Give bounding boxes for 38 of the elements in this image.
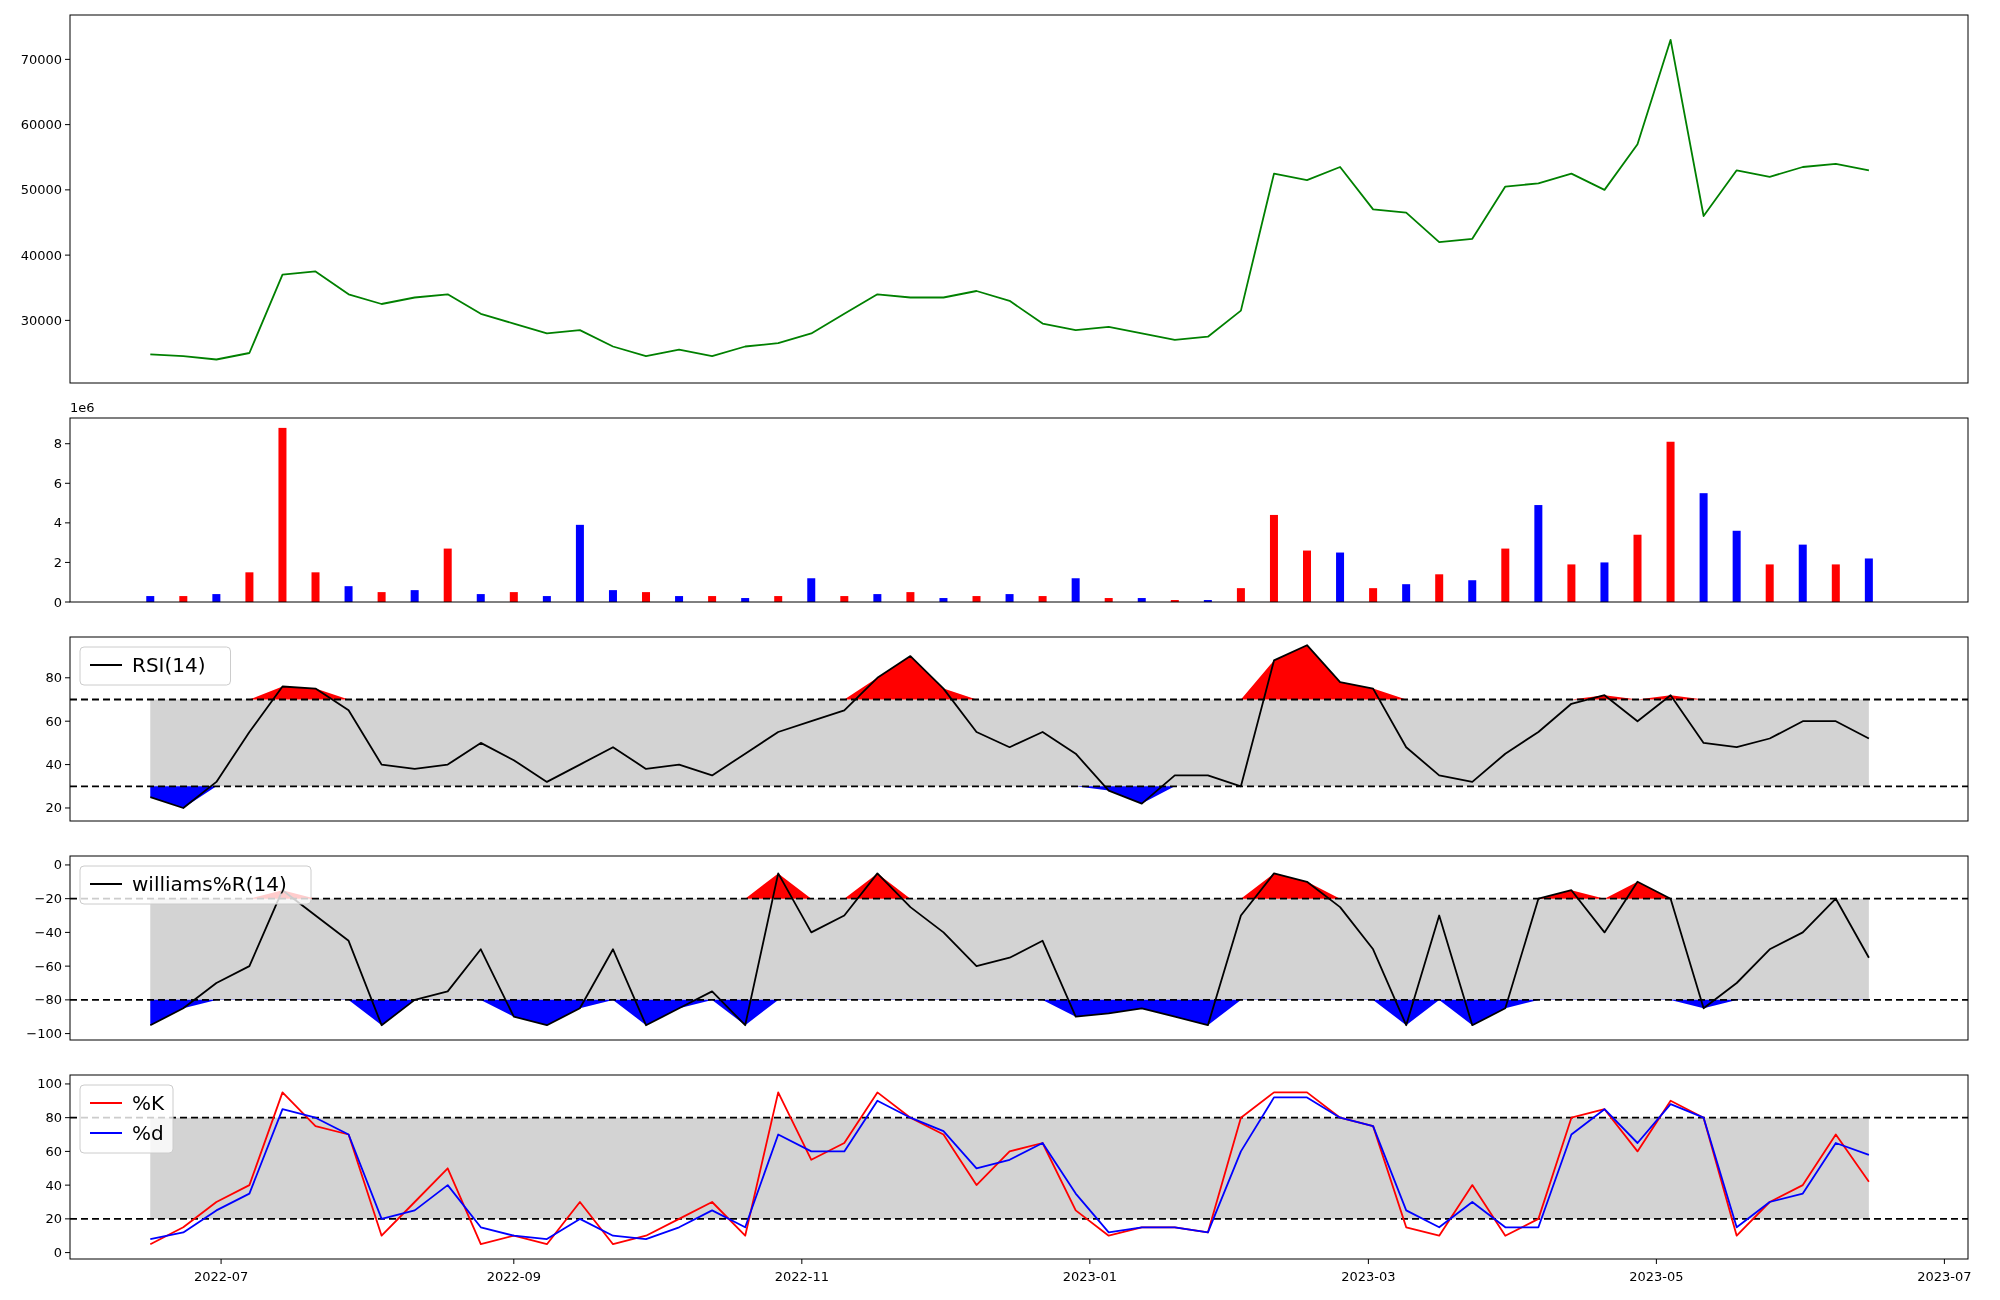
legend-label: williams%R(14): [132, 872, 287, 896]
y-tick-label: 20: [45, 1211, 62, 1227]
x-tick-label: 2023-05: [1629, 1269, 1684, 1284]
x-tick-label: 2023-03: [1341, 1269, 1396, 1284]
x-tick-label: 2022-07: [193, 1269, 249, 1284]
y-tick-label: 70000: [20, 51, 62, 67]
legend-label: %K: [132, 1091, 165, 1115]
y-tick-label: 40000: [20, 247, 62, 263]
y-tick-label: 6: [53, 475, 62, 491]
legend-label: %d: [132, 1121, 164, 1145]
y-tick-label: 60: [45, 1143, 62, 1159]
legend-label: RSI(14): [132, 653, 206, 677]
y-tick-label: 40: [45, 757, 62, 773]
x-tick-label: 2023-07: [1917, 1269, 1972, 1284]
y-tick-label: −80: [34, 992, 62, 1008]
y-tick-label: 100: [37, 1076, 62, 1092]
y-tick-label: 0: [53, 594, 62, 610]
y-tick-label: 30000: [20, 312, 62, 328]
y-tick-label: 2: [53, 554, 62, 570]
x-tick-label: 2023-01: [1062, 1269, 1117, 1284]
y-tick-label: 40: [45, 1177, 62, 1193]
y-tick-label: 20: [45, 800, 62, 816]
y-tick-label: 0: [53, 1245, 62, 1261]
x-tick-label: 2022-11: [774, 1269, 829, 1284]
y-tick-label: 60: [45, 713, 62, 729]
y-tick-label: −40: [34, 924, 62, 940]
axis-offset-label: 1e6: [70, 400, 95, 415]
y-tick-label: −20: [34, 891, 62, 907]
y-tick-label: 0: [53, 857, 62, 873]
y-tick-label: 50000: [20, 182, 62, 198]
y-tick-label: −60: [34, 958, 62, 974]
y-tick-label: −100: [26, 1026, 62, 1042]
y-tick-label: 60000: [20, 117, 62, 133]
y-tick-label: 8: [53, 436, 62, 452]
y-tick-label: 80: [45, 1110, 62, 1126]
y-tick-label: 4: [53, 515, 62, 531]
y-tick-label: 80: [45, 670, 62, 686]
x-tick-label: 2022-09: [486, 1269, 541, 1284]
